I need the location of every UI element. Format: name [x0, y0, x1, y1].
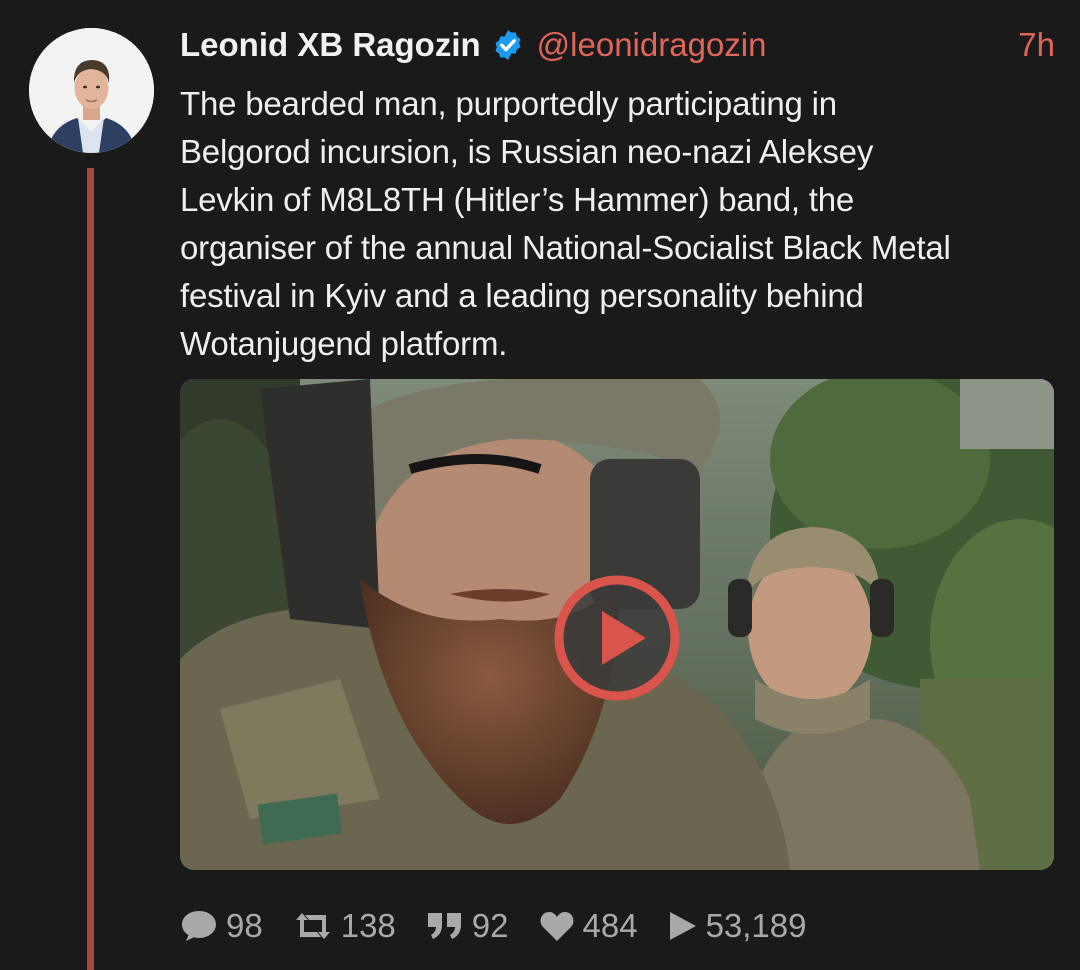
- quote-button[interactable]: 92: [426, 907, 509, 945]
- reply-button[interactable]: 98: [180, 907, 263, 945]
- video-thumbnail[interactable]: [180, 379, 1054, 870]
- retweet-button[interactable]: 138: [293, 907, 396, 945]
- tweet-header: Leonid XB Ragozin @leonidragozin 7h: [180, 22, 1055, 68]
- thread-connector-line: [87, 168, 94, 970]
- comment-icon: [180, 909, 218, 943]
- retweet-count: 138: [340, 907, 396, 944]
- tweet-text: The bearded man, purportedly participati…: [180, 85, 951, 362]
- author-handle[interactable]: @leonidragozin: [537, 26, 767, 64]
- views-count: 53,189: [705, 907, 807, 944]
- avatar[interactable]: [29, 28, 154, 153]
- like-count: 484: [582, 907, 638, 944]
- play-icon[interactable]: [552, 573, 682, 703]
- heart-icon: [539, 910, 575, 942]
- tweet-timestamp[interactable]: 7h: [1018, 26, 1055, 64]
- retweet-icon: [293, 911, 333, 941]
- quote-count: 92: [471, 907, 509, 944]
- like-button[interactable]: 484: [539, 907, 638, 945]
- reply-count: 98: [226, 907, 263, 944]
- views-play-icon: [668, 910, 698, 942]
- verified-check-icon: [495, 30, 521, 60]
- tweet-card: Leonid XB Ragozin @leonidragozin 7h The …: [0, 0, 1080, 970]
- author-display-name[interactable]: Leonid XB Ragozin: [180, 26, 481, 64]
- tweet-actions-bar: 98 138 92 484 53,189: [180, 900, 837, 952]
- avatar-photo: [29, 28, 154, 153]
- quote-icon: [426, 911, 464, 941]
- views-button[interactable]: 53,189: [668, 907, 807, 945]
